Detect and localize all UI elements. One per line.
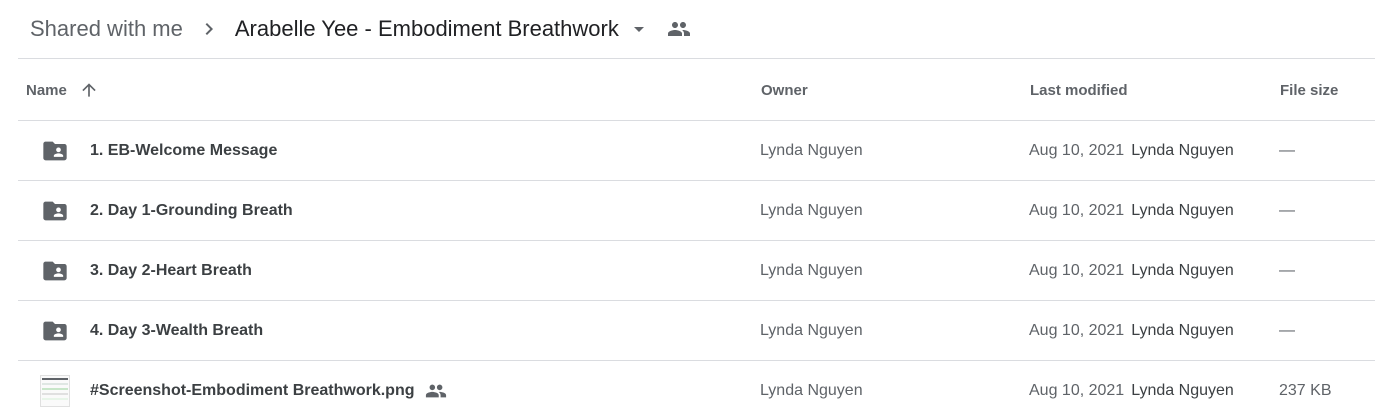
file-size: 237 KB bbox=[1279, 381, 1332, 399]
people-icon bbox=[425, 380, 447, 402]
modified-date: Aug 10, 2021 bbox=[1029, 141, 1125, 159]
file-row[interactable]: #Screenshot-Embodiment Breathwork.png Ly… bbox=[18, 361, 1375, 420]
modified-by: Lynda Nguyen bbox=[1131, 321, 1234, 339]
file-last-modified: Aug 10, 2021 Lynda Nguyen bbox=[1029, 301, 1234, 360]
file-name: 3. Day 2-Heart Breath bbox=[90, 261, 252, 279]
modified-by: Lynda Nguyen bbox=[1131, 201, 1234, 219]
file-name: 4. Day 3-Wealth Breath bbox=[90, 321, 264, 339]
file-owner: Lynda Nguyen bbox=[760, 381, 863, 399]
file-size: — bbox=[1279, 141, 1295, 159]
file-last-modified: Aug 10, 2021 Lynda Nguyen bbox=[1029, 241, 1234, 300]
file-size: — bbox=[1279, 201, 1295, 219]
shared-folder-icon bbox=[40, 121, 70, 180]
column-header-name[interactable]: Name bbox=[26, 60, 99, 120]
arrow-up-icon[interactable] bbox=[79, 80, 99, 100]
people-icon[interactable] bbox=[659, 9, 699, 49]
file-size: — bbox=[1279, 261, 1295, 279]
modified-date: Aug 10, 2021 bbox=[1029, 261, 1125, 279]
file-row[interactable]: 1. EB-Welcome Message Lynda Nguyen Aug 1… bbox=[18, 121, 1375, 181]
file-row[interactable]: 3. Day 2-Heart Breath Lynda Nguyen Aug 1… bbox=[18, 241, 1375, 301]
file-row[interactable]: 4. Day 3-Wealth Breath Lynda Nguyen Aug … bbox=[18, 301, 1375, 361]
image-thumbnail bbox=[40, 374, 70, 407]
file-owner: Lynda Nguyen bbox=[760, 321, 863, 339]
modified-by: Lynda Nguyen bbox=[1131, 381, 1234, 399]
file-name: 2. Day 1-Grounding Breath bbox=[90, 201, 293, 219]
file-list: 1. EB-Welcome Message Lynda Nguyen Aug 1… bbox=[18, 121, 1375, 420]
modified-by: Lynda Nguyen bbox=[1131, 261, 1234, 279]
breadcrumb-current-folder[interactable]: Arabelle Yee - Embodiment Breathwork bbox=[223, 10, 623, 48]
shared-folder-icon bbox=[40, 301, 70, 360]
shared-folder-icon bbox=[40, 241, 70, 300]
file-owner: Lynda Nguyen bbox=[760, 261, 863, 279]
header-divider bbox=[18, 58, 1375, 59]
file-last-modified: Aug 10, 2021 Lynda Nguyen bbox=[1029, 361, 1234, 420]
caret-down-icon[interactable] bbox=[623, 13, 655, 45]
image-thumbnail-icon bbox=[40, 361, 70, 420]
chevron-right-icon bbox=[195, 15, 223, 43]
file-row[interactable]: 2. Day 1-Grounding Breath Lynda Nguyen A… bbox=[18, 181, 1375, 241]
file-owner: Lynda Nguyen bbox=[760, 141, 863, 159]
modified-date: Aug 10, 2021 bbox=[1029, 321, 1125, 339]
breadcrumb-shared-with-me[interactable]: Shared with me bbox=[18, 10, 195, 48]
modified-by: Lynda Nguyen bbox=[1131, 141, 1234, 159]
modified-date: Aug 10, 2021 bbox=[1029, 381, 1125, 399]
file-name: 1. EB-Welcome Message bbox=[90, 141, 278, 159]
file-last-modified: Aug 10, 2021 Lynda Nguyen bbox=[1029, 121, 1234, 180]
file-owner: Lynda Nguyen bbox=[760, 201, 863, 219]
breadcrumb: Shared with me Arabelle Yee - Embodiment… bbox=[18, 0, 699, 58]
shared-folder-icon bbox=[40, 181, 70, 240]
file-name: #Screenshot-Embodiment Breathwork.png bbox=[90, 361, 447, 420]
column-header-name-label: Name bbox=[26, 81, 67, 99]
file-last-modified: Aug 10, 2021 Lynda Nguyen bbox=[1029, 181, 1234, 240]
column-header-last-modified[interactable]: Last modified bbox=[1030, 60, 1128, 120]
column-header-owner[interactable]: Owner bbox=[761, 60, 808, 120]
modified-date: Aug 10, 2021 bbox=[1029, 201, 1125, 219]
file-size: — bbox=[1279, 321, 1295, 339]
column-header-file-size[interactable]: File size bbox=[1280, 60, 1338, 120]
